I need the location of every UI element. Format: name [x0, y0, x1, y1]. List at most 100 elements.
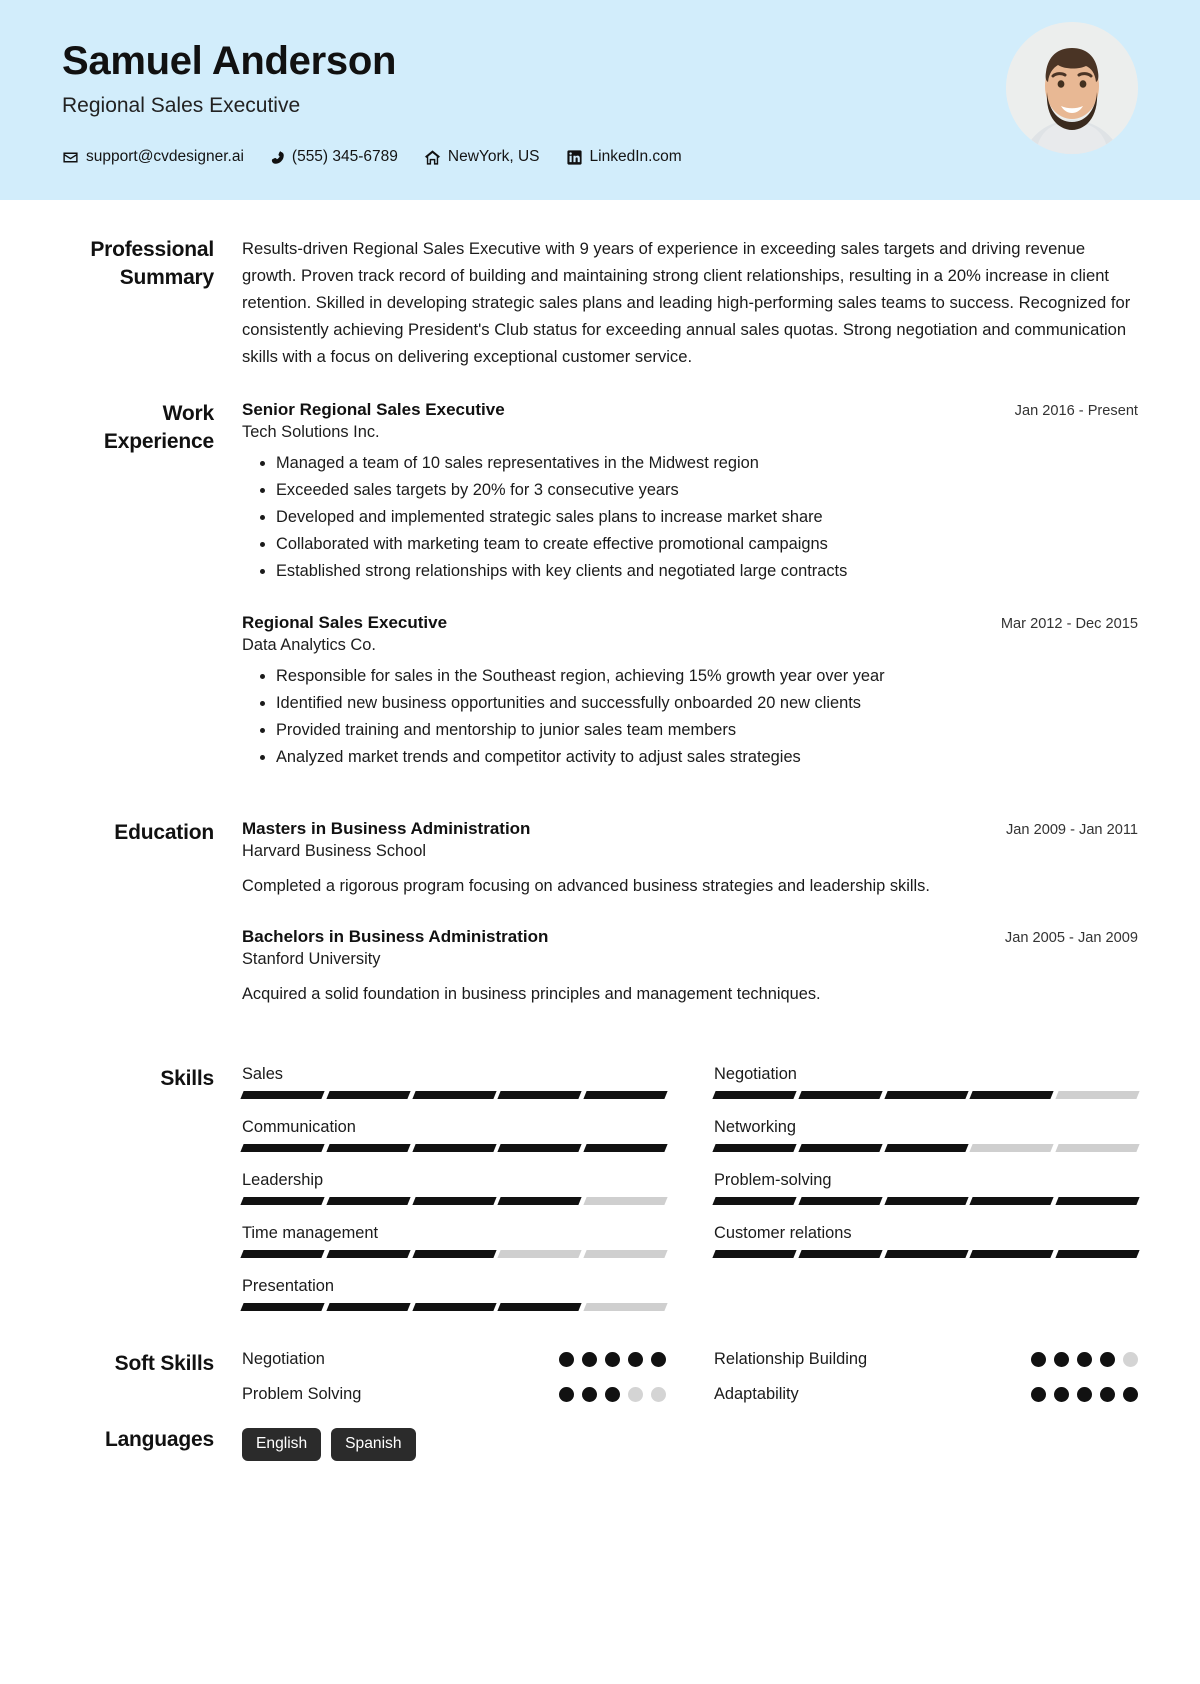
education-entry: Bachelors in Business Administration Jan… [242, 927, 1138, 1007]
soft-skill-dot [1031, 1387, 1046, 1403]
skill-segment [411, 1091, 497, 1100]
avatar [1006, 22, 1138, 154]
section-label-work: Work Experience [62, 400, 242, 455]
work-entry: Senior Regional Sales Executive Jan 2016… [242, 400, 1138, 585]
contact-linkedin-text: LinkedIn.com [589, 148, 682, 165]
soft-skill-dots [559, 1387, 666, 1403]
skill-name: Communication [242, 1118, 356, 1137]
soft-skill-dot [1054, 1387, 1069, 1403]
work-entry-title: Regional Sales Executive [242, 612, 448, 632]
skill-segment [883, 1091, 969, 1100]
skill-segment [583, 1303, 668, 1312]
contact-email[interactable]: support@cvdesigner.ai [62, 148, 244, 166]
work-entry-title: Senior Regional Sales Executive [242, 400, 505, 420]
skill-segment [411, 1250, 497, 1259]
soft-skill-name: Negotiation [242, 1350, 325, 1369]
skill-name: Leadership [242, 1171, 324, 1190]
soft-skill-dot [1054, 1352, 1069, 1368]
skill-segment [712, 1250, 797, 1259]
skill-name: Networking [714, 1118, 796, 1137]
education-entry-date: Jan 2005 - Jan 2009 [1004, 929, 1138, 946]
skill-segment [969, 1197, 1054, 1206]
work-entry-bullets: Responsible for sales in the Southeast r… [242, 664, 1138, 771]
skill-segment [240, 1197, 325, 1206]
soft-skill-dot [628, 1387, 643, 1403]
skill-segment [883, 1250, 969, 1259]
skill-segment [326, 1250, 411, 1259]
skill-segment [712, 1197, 797, 1206]
skill-segment [798, 1197, 883, 1206]
list-item: Identified new business opportunities an… [276, 691, 1138, 717]
skill-segment [583, 1197, 668, 1206]
skill-segment [1055, 1197, 1140, 1206]
summary-label-line1: Professional [90, 238, 214, 261]
skill-item: Presentation [240, 1277, 668, 1312]
skill-item: Leadership [240, 1171, 668, 1206]
contact-location-text: NewYork, US [447, 148, 540, 165]
home-icon [424, 149, 441, 166]
soft-skill-dot [1077, 1387, 1092, 1403]
contact-linkedin[interactable]: LinkedIn.com [566, 148, 682, 166]
section-soft-skills: Soft Skills Negotiation Relationship Bui… [62, 1350, 1138, 1404]
education-entry-title: Bachelors in Business Administration [242, 926, 549, 946]
work-label-line1: Work [162, 402, 215, 426]
skill-name: Time management [242, 1224, 379, 1243]
section-label-education: Education [114, 820, 214, 844]
skills-grid: Sales Negotiation Communication Networki… [240, 1065, 1140, 1330]
skill-segment [883, 1144, 969, 1153]
soft-skill-dot [605, 1387, 620, 1403]
skill-segment [712, 1091, 797, 1100]
skill-name: Problem-solving [714, 1171, 832, 1190]
skill-segment [583, 1091, 668, 1100]
skill-segment [411, 1303, 497, 1312]
soft-skill-dot [582, 1387, 597, 1403]
education-entry-description: Acquired a solid foundation in business … [242, 984, 821, 1003]
skill-item: Communication [240, 1118, 668, 1153]
skill-item: Negotiation [712, 1065, 1140, 1100]
soft-skill-dots [1031, 1387, 1138, 1403]
envelope-icon [62, 149, 79, 166]
education-entry-org: Stanford University [242, 949, 381, 968]
skill-segment [712, 1144, 797, 1153]
skill-segment [969, 1144, 1054, 1153]
soft-skill-dot [1123, 1387, 1138, 1403]
skill-segment [798, 1091, 883, 1100]
skill-segment [583, 1144, 668, 1153]
section-education: Education Masters in Business Administra… [62, 819, 1138, 1014]
list-item: Established strong relationships with ke… [276, 559, 1138, 585]
skill-item: Networking [712, 1118, 1140, 1153]
skill-segment [883, 1197, 969, 1206]
skill-segment [497, 1250, 582, 1259]
list-item: Developed and implemented strategic sale… [276, 505, 1138, 531]
work-label-line2: Experience [103, 430, 214, 454]
section-work-experience: Work Experience Senior Regional Sales Ex… [62, 400, 1138, 776]
soft-skill-dot [651, 1387, 666, 1403]
skill-segment [497, 1144, 582, 1153]
contact-location[interactable]: NewYork, US [424, 148, 540, 166]
skill-segment [1055, 1091, 1140, 1100]
soft-skill-dot [605, 1352, 620, 1368]
section-skills: Skills Sales Negotiation Communication N… [62, 1065, 1140, 1330]
soft-skill-dot [1100, 1387, 1115, 1403]
skill-segment [326, 1144, 411, 1153]
skill-segment [798, 1250, 883, 1259]
section-professional-summary: Professional Summary Results-driven Regi… [62, 236, 1138, 370]
education-entry-date: Jan 2009 - Jan 2011 [1006, 821, 1138, 838]
skill-level-bar [712, 1197, 1140, 1206]
skill-segment [497, 1091, 582, 1100]
contact-phone[interactable]: (555) 345-6789 [270, 148, 398, 166]
resume-body: Professional Summary Results-driven Regi… [0, 200, 1200, 1462]
list-item: Responsible for sales in the Southeast r… [276, 664, 1138, 690]
education-entries: Masters in Business Administration Jan 2… [242, 819, 1138, 1014]
skill-segment [411, 1197, 497, 1206]
contact-email-text: support@cvdesigner.ai [86, 148, 244, 165]
education-entry: Masters in Business Administration Jan 2… [242, 819, 1138, 899]
soft-skill-dots [559, 1352, 666, 1368]
skill-segment [326, 1303, 411, 1312]
skill-name: Sales [242, 1065, 284, 1084]
skill-segment [1055, 1144, 1140, 1153]
skill-segment [969, 1091, 1054, 1100]
soft-skill-item: Adaptability [714, 1385, 1138, 1404]
soft-skill-dot [1031, 1352, 1046, 1368]
skill-level-bar [712, 1144, 1140, 1153]
